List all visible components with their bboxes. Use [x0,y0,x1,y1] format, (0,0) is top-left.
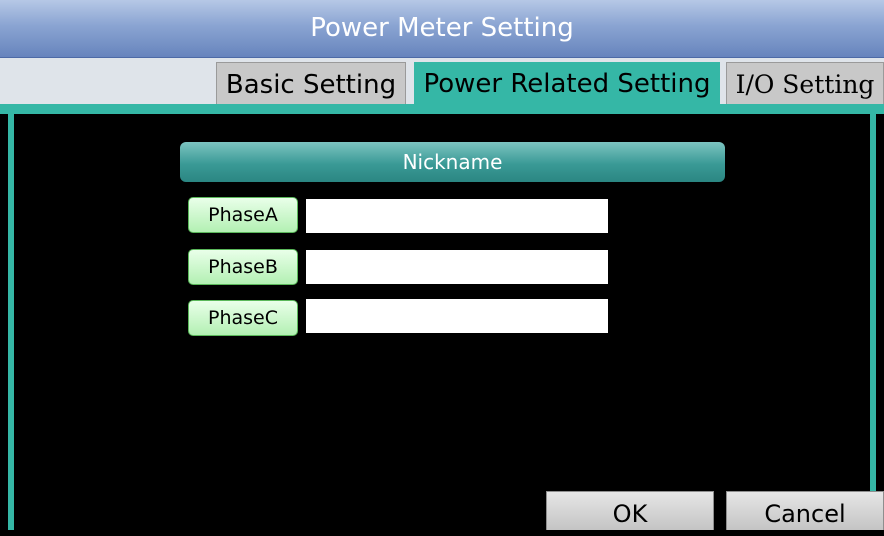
nickname-header: Nickname [180,142,725,182]
tab-underline [0,104,884,114]
phase-a-label: PhaseA [188,197,298,233]
phase-b-label: PhaseB [188,249,298,285]
phase-c-nickname-input[interactable] [306,299,608,333]
tab-basic-setting[interactable]: Basic Setting [216,62,406,106]
phase-a-nickname-input[interactable] [306,199,608,233]
window-title: Power Meter Setting [0,0,884,58]
cancel-button[interactable]: Cancel [726,491,884,530]
ok-button[interactable]: OK [546,491,714,530]
tab-io-setting[interactable]: I/O Setting [726,62,884,106]
phase-b-nickname-input[interactable] [306,250,608,284]
tab-bar: Basic Setting Power Related Setting I/O … [0,58,884,106]
tab-power-related-setting[interactable]: Power Related Setting [414,62,720,106]
phase-c-label: PhaseC [188,300,298,336]
